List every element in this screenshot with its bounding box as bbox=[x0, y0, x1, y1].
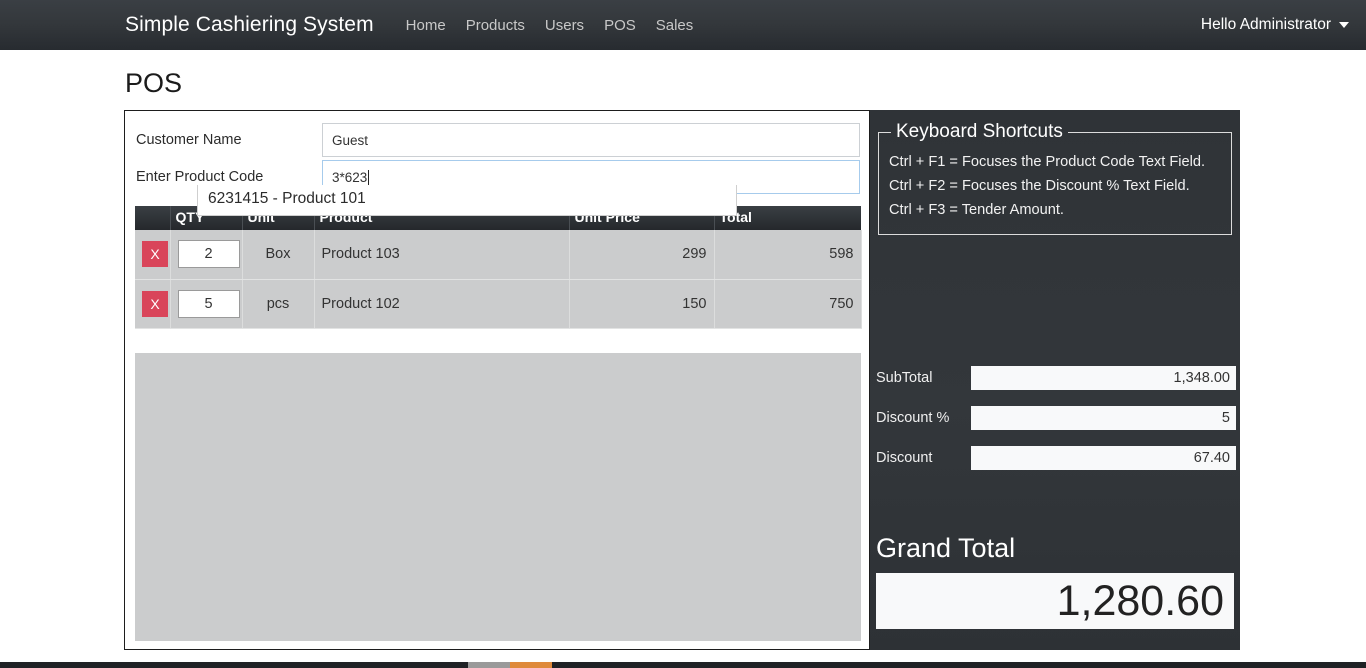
subtotal-label: SubTotal bbox=[876, 370, 933, 386]
shortcut-line-f3: Ctrl + F3 = Tender Amount. bbox=[889, 202, 1064, 218]
text-caret bbox=[368, 169, 370, 185]
nav-link-products[interactable]: Products bbox=[456, 17, 535, 34]
nav-link-home[interactable]: Home bbox=[396, 17, 456, 34]
product-code-value: 3*623 bbox=[332, 169, 368, 185]
cart-cell-product: Product 103 bbox=[314, 230, 570, 280]
customer-name-input[interactable] bbox=[322, 123, 860, 157]
grand-total-field[interactable] bbox=[876, 573, 1234, 629]
customer-name-label: Customer Name bbox=[136, 132, 242, 148]
shortcut-line-f2: Ctrl + F2 = Focuses the Discount % Text … bbox=[889, 178, 1190, 194]
subtotal-field[interactable] bbox=[970, 366, 1236, 390]
qty-input[interactable] bbox=[177, 240, 240, 269]
cart-cell-qty bbox=[170, 230, 243, 280]
chevron-down-icon[interactable] bbox=[1339, 22, 1349, 28]
nav-link-sales[interactable]: Sales bbox=[646, 17, 704, 34]
cart-cell-delete: X bbox=[135, 279, 171, 329]
table-row: X pcs Product 102 150 750 bbox=[135, 279, 862, 329]
footer-strip bbox=[0, 662, 1366, 668]
cart-empty-area bbox=[135, 353, 861, 641]
brand-title[interactable]: Simple Cashiering System bbox=[125, 13, 374, 37]
footer-accent-orange bbox=[510, 662, 552, 668]
cart-cell-unit: Box bbox=[242, 230, 315, 280]
autocomplete-item[interactable]: 6231415 - Product 101 bbox=[198, 185, 736, 215]
discount-label: Discount bbox=[876, 450, 933, 466]
footer-accent-gray bbox=[468, 662, 510, 668]
shortcut-line-f1: Ctrl + F1 = Focuses the Product Code Tex… bbox=[889, 154, 1206, 170]
nav-links: Home Products Users POS Sales bbox=[396, 17, 704, 34]
discount-row: Discount bbox=[876, 446, 1236, 470]
product-code-label: Enter Product Code bbox=[136, 169, 264, 185]
cart-table: QTY Unit Product Unit Price Total X Box … bbox=[135, 206, 862, 329]
cart-cell-total: 598 bbox=[714, 230, 862, 280]
qty-input[interactable] bbox=[177, 289, 240, 318]
product-code-autocomplete: 6231415 - Product 101 bbox=[197, 185, 737, 216]
nav-right-group: Hello Administrator bbox=[1201, 16, 1366, 34]
col-header-delete bbox=[135, 206, 171, 230]
discount-percent-label: Discount % bbox=[876, 410, 950, 426]
top-navbar: Simple Cashiering System Home Products U… bbox=[0, 0, 1366, 50]
nav-link-users[interactable]: Users bbox=[535, 17, 594, 34]
customer-name-row: Customer Name bbox=[136, 121, 860, 159]
cart-cell-total: 750 bbox=[714, 279, 862, 329]
pos-right-panel: Keyboard Shortcuts Ctrl + F1 = Focuses t… bbox=[870, 110, 1240, 650]
keyboard-shortcuts-legend: Keyboard Shortcuts bbox=[896, 121, 1063, 142]
page-title: POS bbox=[125, 68, 183, 98]
cart-cell-unit: pcs bbox=[242, 279, 315, 329]
cart-cell-unit-price: 299 bbox=[569, 230, 715, 280]
cart-cell-qty bbox=[170, 279, 243, 329]
cart-cell-unit-price: 150 bbox=[569, 279, 715, 329]
cart-cell-product: Product 102 bbox=[314, 279, 570, 329]
delete-row-button[interactable]: X bbox=[142, 290, 168, 317]
keyboard-shortcuts-panel: Keyboard Shortcuts Ctrl + F1 = Focuses t… bbox=[878, 121, 1232, 235]
delete-row-button[interactable]: X bbox=[142, 241, 168, 268]
subtotal-row: SubTotal bbox=[876, 366, 1236, 390]
grand-total-label: Grand Total bbox=[876, 533, 1016, 563]
table-row: X Box Product 103 299 598 bbox=[135, 230, 862, 280]
discount-percent-row: Discount % bbox=[876, 406, 1236, 430]
discount-percent-input[interactable] bbox=[970, 406, 1236, 430]
discount-field[interactable] bbox=[970, 446, 1236, 470]
nav-link-pos[interactable]: POS bbox=[594, 17, 646, 34]
user-menu-label[interactable]: Hello Administrator bbox=[1201, 16, 1331, 34]
cart-cell-delete: X bbox=[135, 230, 171, 280]
cart-table-body: X Box Product 103 299 598 X pcs Product … bbox=[135, 230, 862, 329]
